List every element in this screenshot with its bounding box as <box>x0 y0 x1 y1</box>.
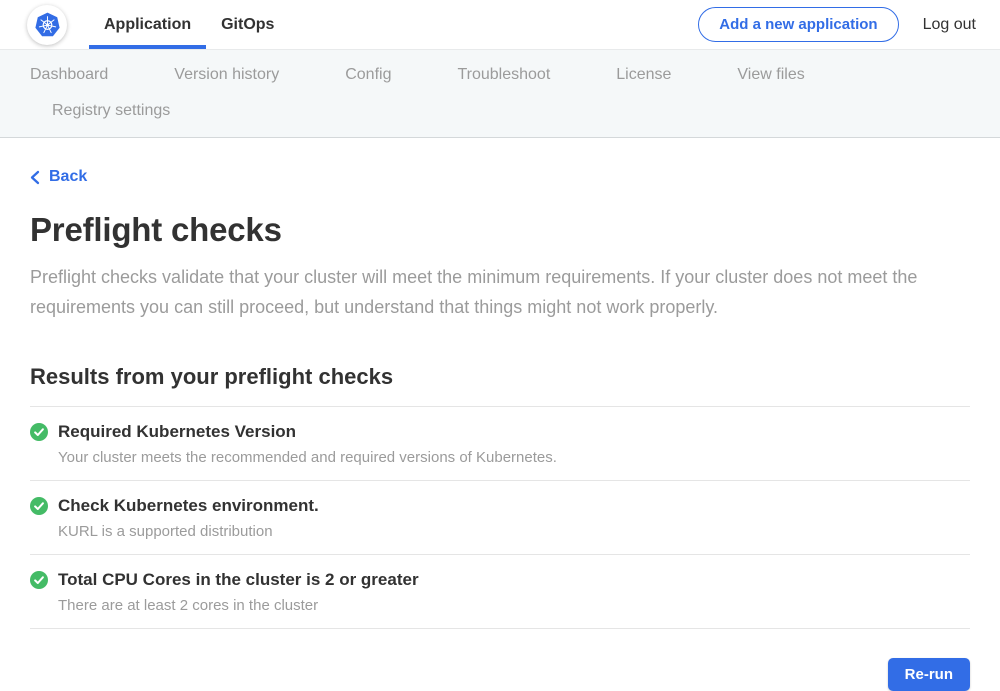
kubernetes-icon <box>34 11 61 38</box>
subnav-item-config[interactable]: Config <box>345 57 391 93</box>
tab-gitops-label: GitOps <box>221 16 274 34</box>
subnav-row-1: Dashboard Version history Config Trouble… <box>30 57 970 93</box>
check-item-cpu-cores: Total CPU Cores in the cluster is 2 or g… <box>30 555 970 629</box>
subnav-item-version-history[interactable]: Version history <box>174 57 279 93</box>
back-link-label: Back <box>49 168 87 186</box>
check-head: Check Kubernetes environment. <box>30 496 970 516</box>
main-content: Back Preflight checks Preflight checks v… <box>0 138 1000 691</box>
check-title: Total CPU Cores in the cluster is 2 or g… <box>58 570 419 590</box>
check-item-kubernetes-environment: Check Kubernetes environment. KURL is a … <box>30 481 970 555</box>
app-subnav: Dashboard Version history Config Trouble… <box>0 50 1000 138</box>
check-description: Your cluster meets the recommended and r… <box>58 449 970 466</box>
preflight-checks-list: Required Kubernetes Version Your cluster… <box>30 406 970 629</box>
check-description: KURL is a supported distribution <box>58 523 970 540</box>
back-link[interactable]: Back <box>30 168 87 186</box>
subnav-item-view-files[interactable]: View files <box>737 57 804 93</box>
kubernetes-logo[interactable] <box>27 5 67 45</box>
top-navbar: Application GitOps Add a new application… <box>0 0 1000 50</box>
rerun-button[interactable]: Re-run <box>888 658 970 691</box>
check-description: There are at least 2 cores in the cluste… <box>58 597 970 614</box>
check-title: Check Kubernetes environment. <box>58 496 319 516</box>
primary-tabs: Application GitOps <box>89 0 289 49</box>
tab-application-label: Application <box>104 16 191 34</box>
results-heading: Results from your preflight checks <box>30 364 970 390</box>
check-pass-icon <box>30 497 48 515</box>
subnav-item-license[interactable]: License <box>616 57 671 93</box>
subnav-item-dashboard[interactable]: Dashboard <box>30 57 108 93</box>
page-title: Preflight checks <box>30 211 970 249</box>
tab-application[interactable]: Application <box>89 0 206 49</box>
page-description: Preflight checks validate that your clus… <box>30 262 970 322</box>
check-item-kubernetes-version: Required Kubernetes Version Your cluster… <box>30 407 970 481</box>
check-pass-icon <box>30 571 48 589</box>
navbar-right: Add a new application Log out <box>698 0 976 49</box>
subnav-item-registry-settings[interactable]: Registry settings <box>52 93 170 129</box>
actions-row: Re-run <box>30 658 970 691</box>
check-head: Required Kubernetes Version <box>30 422 970 442</box>
check-title: Required Kubernetes Version <box>58 422 296 442</box>
subnav-row-2: Registry settings <box>30 93 970 129</box>
logout-link[interactable]: Log out <box>923 16 976 34</box>
add-application-button[interactable]: Add a new application <box>698 7 898 42</box>
tab-gitops[interactable]: GitOps <box>206 0 289 49</box>
check-pass-icon <box>30 423 48 441</box>
check-head: Total CPU Cores in the cluster is 2 or g… <box>30 570 970 590</box>
subnav-item-troubleshoot[interactable]: Troubleshoot <box>457 57 550 93</box>
chevron-left-icon <box>30 170 40 185</box>
